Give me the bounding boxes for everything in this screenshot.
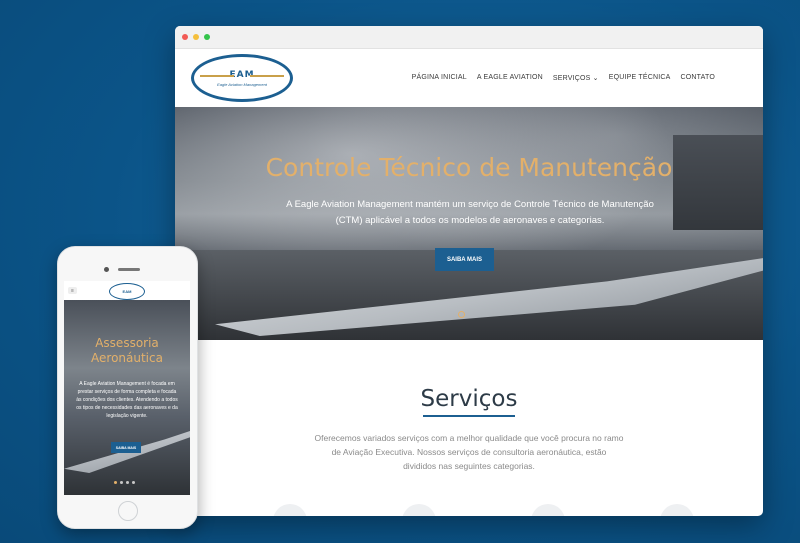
phone-home-button[interactable] — [118, 501, 138, 521]
nav-item-services[interactable]: SERVIÇOS ⌄ — [553, 74, 599, 82]
slider-dot-icon[interactable] — [132, 481, 135, 484]
mobile-header: ≡ EAM — [64, 281, 190, 300]
saiba-mais-button[interactable]: SAIBA MAIS — [435, 248, 494, 271]
main-nav: PÁGINA INICIAL A EAGLE AVIATION SERVIÇOS… — [412, 74, 715, 82]
services-title: Serviços — [420, 386, 518, 412]
close-dot-icon[interactable] — [182, 34, 188, 40]
mobile-slider-dots — [114, 481, 135, 484]
hero-title: Controle Técnico de Manutenção — [265, 153, 673, 182]
hero-hangar-image — [673, 135, 763, 230]
nav-item-team[interactable]: EQUIPE TÉCNICA — [609, 74, 671, 82]
slider-dot-icon[interactable] — [458, 311, 465, 318]
phone-screen: ≡ EAM Assessoria Aeronáutica A Eagle Avi… — [64, 281, 190, 495]
minimize-dot-icon[interactable] — [193, 34, 199, 40]
slider-dot-icon[interactable] — [114, 481, 117, 484]
site-header: EAM Eagle Aviation Management PÁGINA INI… — [175, 49, 763, 107]
phone-camera-icon — [104, 267, 109, 272]
browser-titlebar — [175, 26, 763, 49]
mobile-logo-mark: EAM — [122, 289, 132, 294]
desktop-browser-mockup: EAM Eagle Aviation Management PÁGINA INI… — [175, 26, 763, 516]
service-circle-icon[interactable] — [530, 504, 565, 516]
slider-dot-icon[interactable] — [120, 481, 123, 484]
mobile-saiba-mais-button[interactable]: SAIBA MAIS — [111, 442, 141, 453]
nav-item-contact[interactable]: CONTATO — [681, 74, 715, 82]
slider-dot-icon[interactable] — [126, 481, 129, 484]
service-circle-icon[interactable] — [272, 504, 307, 516]
site-logo[interactable]: EAM Eagle Aviation Management — [191, 54, 293, 102]
hamburger-menu-icon[interactable]: ≡ — [68, 287, 77, 294]
hero-text: A Eagle Aviation Management mantém um se… — [286, 199, 654, 226]
mobile-hero-text: A Eagle Aviation Management é focada em … — [76, 381, 178, 419]
phone-speaker-icon — [118, 268, 140, 271]
logo-subtitle: Eagle Aviation Management — [217, 81, 267, 87]
mobile-phone-mockup: ≡ EAM Assessoria Aeronáutica A Eagle Avi… — [57, 246, 198, 529]
nav-item-about[interactable]: A EAGLE AVIATION — [477, 74, 543, 82]
services-description: Oferecemos variados serviços com a melho… — [314, 433, 624, 471]
maximize-dot-icon[interactable] — [204, 34, 210, 40]
logo-wing-left — [200, 75, 234, 77]
mobile-logo[interactable]: EAM — [109, 283, 145, 300]
service-circle-icon[interactable] — [659, 504, 694, 516]
services-section: Serviços Oferecemos variados serviços co… — [175, 340, 763, 473]
title-underline — [423, 415, 515, 417]
hero-slider: Controle Técnico de Manutenção A Eagle A… — [175, 107, 763, 340]
service-icons-row — [175, 504, 763, 516]
nav-item-home[interactable]: PÁGINA INICIAL — [412, 74, 467, 82]
mobile-hero: Assessoria Aeronáutica A Eagle Aviation … — [64, 300, 190, 495]
logo-wing-right — [250, 75, 284, 77]
service-circle-icon[interactable] — [401, 504, 436, 516]
mobile-hero-title: Assessoria Aeronáutica — [91, 336, 163, 365]
